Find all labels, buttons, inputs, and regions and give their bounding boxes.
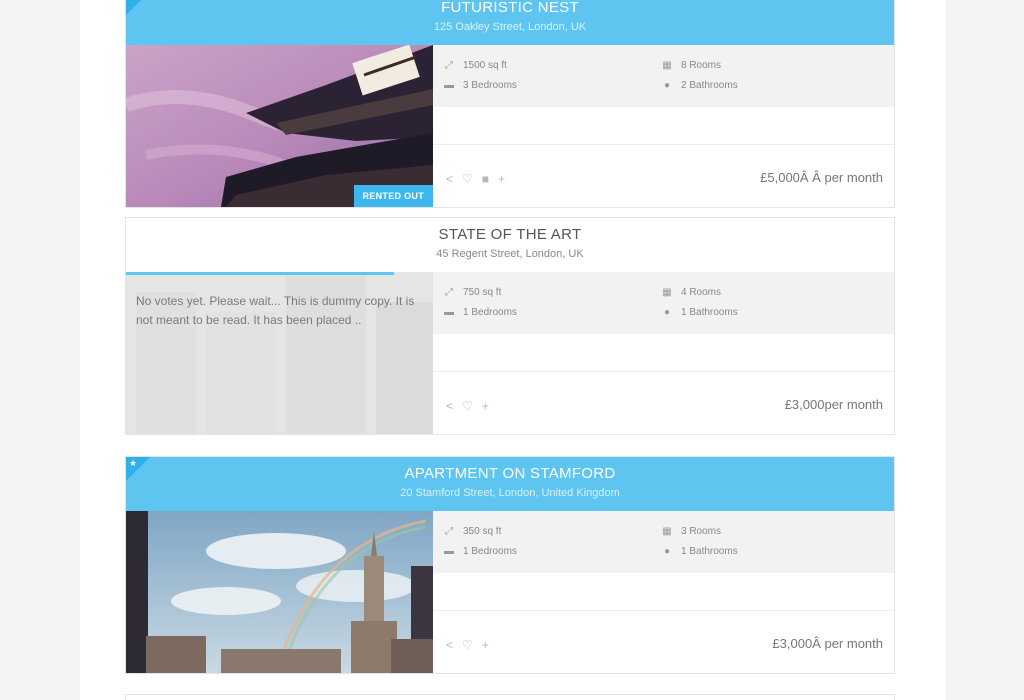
listing-address: 20 Stamford Street, London, United Kingd… [400,487,620,499]
listing-details: ⤢ 350 sq ft ▬ 1 Bedrooms ▦ 3 Rooms ● 1 Bathr… [433,511,894,573]
listing-card-next [125,694,895,700]
rooms-feature: ▦ 8 Rooms [662,60,722,71]
listing-actions: < ♡ + [446,638,498,652]
plus-icon[interactable]: + [482,638,489,652]
star-icon: ★ [129,458,138,468]
water-drop-icon: ● [663,546,671,557]
water-drop-icon: ● [663,80,671,91]
listing-photo[interactable] [126,511,433,673]
listing-details: ⤢ 750 sq ft ▬ 1 Bedrooms ▦ 4 Rooms ● 1 Bathr… [433,272,894,334]
listing-header: STATE OF THE ART 45 Regent Street, Londo… [126,218,894,272]
rooms-feature: ▦ 3 Rooms [662,526,722,537]
bedrooms-feature: ▬ 3 Bedrooms [444,80,517,91]
bathrooms-feature: ● 1 Bathrooms [663,546,738,557]
photo-overlay: No votes yet. Please wait... This is dum… [126,272,433,434]
plus-icon[interactable]: + [498,172,505,186]
area-feature: ⤢ 1500 sq ft [445,60,507,71]
divider [433,144,894,145]
rented-out-badge: RENTED OUT [353,185,433,207]
listing-price: £3,000per month [784,397,883,412]
building-icon: ▦ [662,60,672,71]
area-feature: ⤢ 350 sq ft [445,526,502,537]
bedrooms-feature: ▬ 1 Bedrooms [444,546,517,557]
bed-icon: ▬ [444,80,454,91]
heart-icon[interactable]: ♡ [462,172,473,186]
listing-photo[interactable]: RENTED OUT [126,45,433,207]
overlay-note: No votes yet. Please wait... This is dum… [136,294,415,327]
share-icon[interactable]: < [446,172,453,186]
listing-header: ★ FUTURISTIC NEST 125 Oakley Street, Lon… [126,0,894,45]
listings-page: ★ FUTURISTIC NEST 125 Oakley Street, Lon… [80,0,946,700]
resize-arrows-icon: ⤢ [445,60,453,71]
listing-title[interactable]: APARTMENT ON STAMFORD [126,457,894,482]
listing-address: 45 Regent Street, London, UK [436,248,584,260]
listing-address: 125 Oakley Street, London, UK [433,21,587,33]
bathrooms-feature: ● 2 Bathrooms [663,80,738,91]
building-icon: ▦ [662,526,672,537]
star-icon: ★ [129,0,137,2]
featured-ribbon [126,0,150,15]
heart-icon[interactable]: ♡ [462,399,473,413]
bathrooms-feature: ● 1 Bathrooms [663,307,738,318]
listing-photo[interactable]: No votes yet. Please wait... This is dum… [126,272,433,434]
listing-actions: < ♡ + [446,399,498,413]
bedrooms-feature: ▬ 1 Bedrooms [444,307,517,318]
listing-title[interactable]: STATE OF THE ART [126,218,894,243]
listing-details: ⤢ 1500 sq ft ▬ 3 Bedrooms ▦ 8 Rooms ● 2 Bath… [433,45,894,107]
area-feature: ⤢ 750 sq ft [445,287,502,298]
share-icon[interactable]: < [446,638,453,652]
listing-header: ★ APARTMENT ON STAMFORD 20 Stamford Stre… [126,457,894,511]
listing-card: ★ FUTURISTIC NEST 125 Oakley Street, Lon… [125,0,895,208]
heart-icon[interactable]: ♡ [462,638,473,652]
plus-icon[interactable]: + [482,399,489,413]
divider [433,371,894,372]
listing-card: STATE OF THE ART 45 Regent Street, Londo… [125,217,895,435]
video-camera-icon[interactable]: ■ [482,172,489,186]
listing-price: £3,000Â per month [772,636,883,651]
rooms-feature: ▦ 4 Rooms [662,287,722,298]
resize-arrows-icon: ⤢ [445,526,453,537]
listing-price: £5,000Â Â per month [760,170,883,185]
building-icon: ▦ [662,287,672,298]
divider [433,610,894,611]
resize-arrows-icon: ⤢ [445,287,453,298]
share-icon[interactable]: < [446,399,453,413]
water-drop-icon: ● [663,307,671,318]
bed-icon: ▬ [444,307,454,318]
listing-actions: < ♡ ■ + [446,172,514,186]
overlay-bar [126,272,394,275]
listing-card: ★ APARTMENT ON STAMFORD 20 Stamford Stre… [125,456,895,674]
listing-title[interactable]: FUTURISTIC NEST [126,0,894,16]
bed-icon: ▬ [444,546,454,557]
